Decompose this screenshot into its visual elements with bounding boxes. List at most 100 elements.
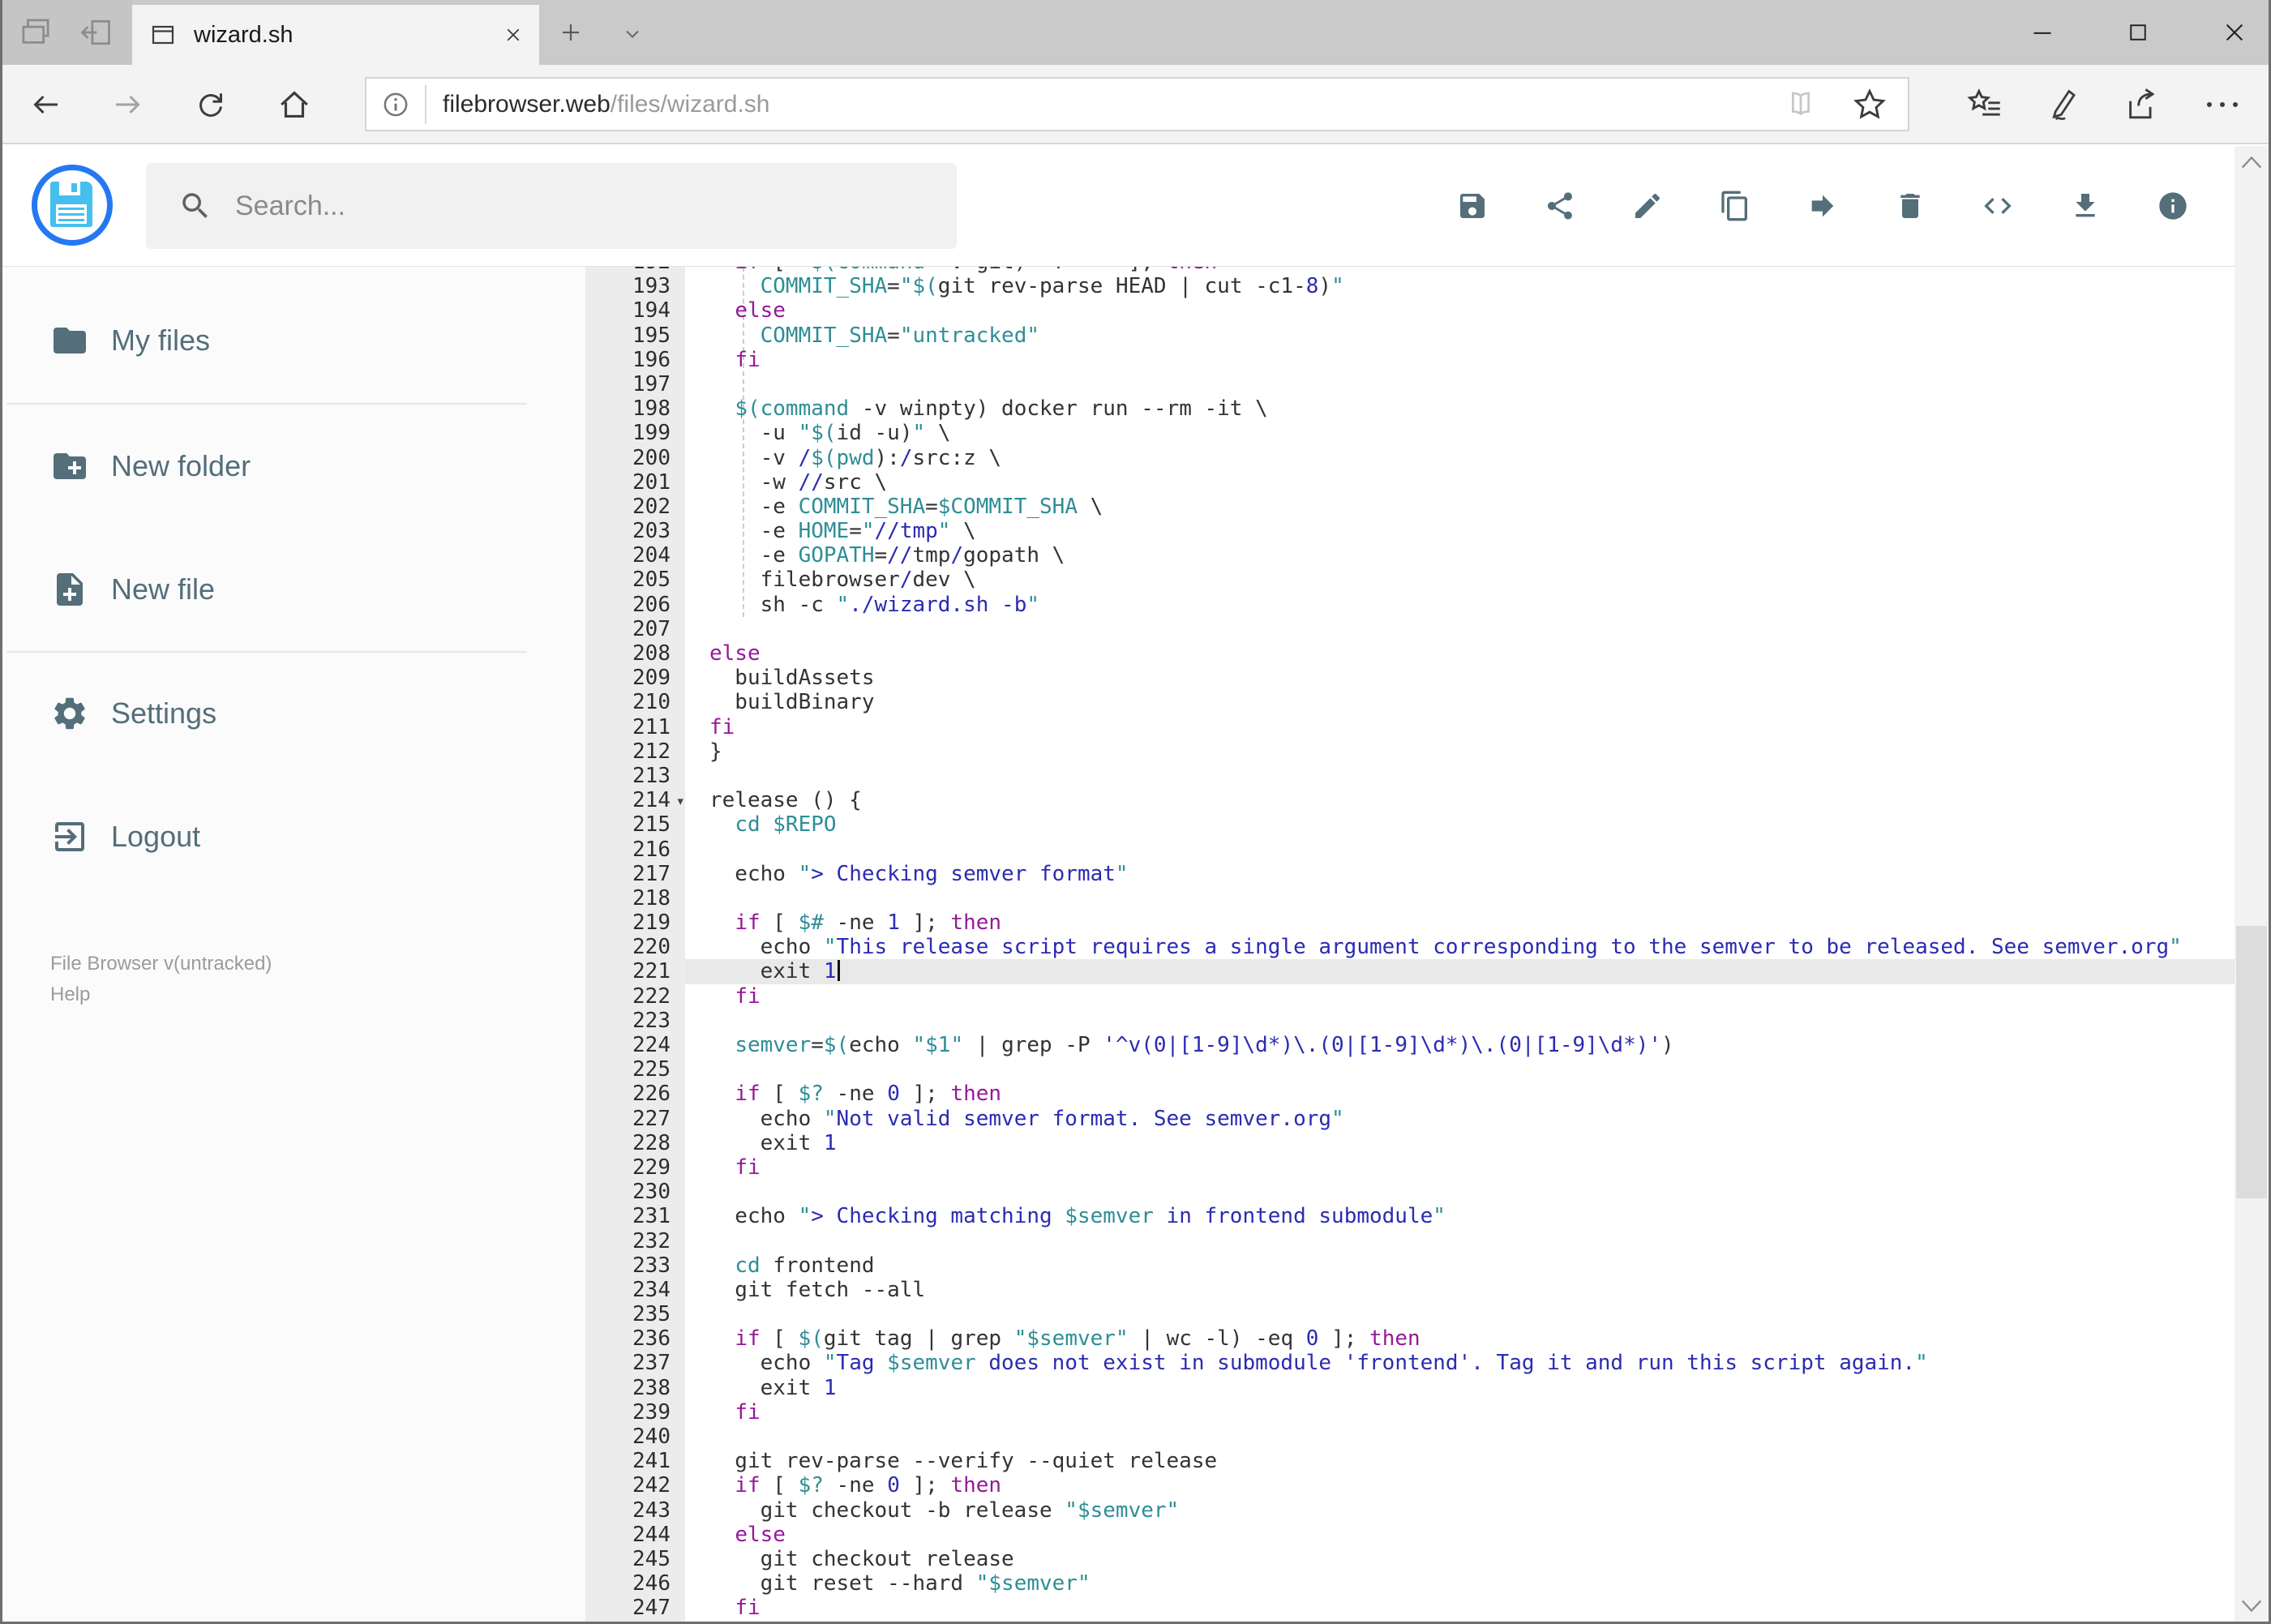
code-line[interactable]: 234 git fetch --all: [585, 1278, 2235, 1302]
help-link[interactable]: Help: [50, 983, 90, 1006]
code-line[interactable]: 240: [585, 1425, 2235, 1449]
code-line[interactable]: 202 -e COMMIT_SHA=$COMMIT_SHA \: [585, 495, 2235, 519]
search-input[interactable]: [234, 189, 957, 223]
code-line[interactable]: 242 if [ $? -ne 0 ]; then: [585, 1473, 2235, 1498]
new-tab-icon[interactable]: [558, 19, 584, 45]
code-editor[interactable]: 192 if [ "$(command -v git)" != "" ]; th…: [585, 267, 2235, 1624]
code-line[interactable]: 207: [585, 617, 2235, 641]
code-line[interactable]: 237 echo "Tag $semver does not exist in …: [585, 1351, 2235, 1375]
code-line[interactable]: 227 echo "Not valid semver format. See s…: [585, 1107, 2235, 1131]
set-tabs-aside-icon[interactable]: [78, 15, 114, 50]
more-options-icon[interactable]: [2203, 95, 2242, 114]
code-line[interactable]: 213: [585, 764, 2235, 788]
maximize-icon[interactable]: [2127, 21, 2149, 44]
browser-tab[interactable]: wizard.sh: [132, 5, 539, 65]
annotate-pen-icon[interactable]: [2046, 87, 2081, 122]
home-icon[interactable]: [277, 88, 311, 122]
sidebar-item-new-file[interactable]: New file: [0, 570, 585, 609]
code-line[interactable]: 224 semver=$(echo "$1" | grep -P '^v(0|[…: [585, 1033, 2235, 1057]
sidebar-item-logout[interactable]: Logout: [0, 817, 585, 856]
code-line[interactable]: 217 echo "> Checking semver format": [585, 862, 2235, 886]
code-line[interactable]: 205 filebrowser/dev \: [585, 568, 2235, 592]
code-line[interactable]: 212}: [585, 739, 2235, 764]
site-info-icon[interactable]: [379, 88, 412, 121]
download-button[interactable]: [2069, 190, 2102, 222]
back-icon[interactable]: [29, 88, 62, 121]
code-line[interactable]: 215 cd $REPO: [585, 812, 2235, 837]
move-button[interactable]: [1806, 190, 1839, 222]
info-button[interactable]: [2157, 190, 2189, 222]
code-line[interactable]: 233 cd frontend: [585, 1253, 2235, 1278]
code-line[interactable]: 216: [585, 838, 2235, 862]
code-line[interactable]: 244 else: [585, 1523, 2235, 1547]
fold-marker-icon[interactable]: ▾: [676, 789, 685, 813]
code-line[interactable]: 209 buildAssets: [585, 666, 2235, 690]
scroll-up-icon[interactable]: [2239, 154, 2264, 170]
code-line[interactable]: 236 if [ $(git tag | grep "$semver" | wc…: [585, 1326, 2235, 1351]
close-tab-icon[interactable]: [503, 25, 523, 45]
code-line[interactable]: 204 -e GOPATH=//tmp/gopath \: [585, 543, 2235, 568]
code-line[interactable]: 193 COMMIT_SHA="$(git rev-parse HEAD | c…: [585, 274, 2235, 298]
code-line[interactable]: 196 fi: [585, 348, 2235, 372]
code-line[interactable]: 231 echo "> Checking matching $semver in…: [585, 1204, 2235, 1228]
code-line[interactable]: 230: [585, 1180, 2235, 1204]
url-bar[interactable]: filebrowser.web/files/wizard.sh: [365, 77, 1909, 131]
code-line[interactable]: 198 $(command -v winpty) docker run --rm…: [585, 396, 2235, 421]
minimize-icon[interactable]: [2031, 21, 2054, 44]
forward-icon[interactable]: [112, 88, 144, 121]
tabs-dropdown-icon[interactable]: [621, 23, 644, 45]
code-line[interactable]: 235: [585, 1302, 2235, 1326]
code-line[interactable]: 229 fi: [585, 1155, 2235, 1180]
code-line[interactable]: 246 git reset --hard "$semver": [585, 1571, 2235, 1596]
search-box[interactable]: [146, 163, 957, 249]
reading-view-icon[interactable]: [1783, 87, 1819, 122]
code-line[interactable]: 219 if [ $# -ne 1 ]; then: [585, 911, 2235, 935]
code-line[interactable]: 199 -u "$(id -u)" \: [585, 421, 2235, 445]
scroll-down-icon[interactable]: [2239, 1598, 2264, 1614]
code-line[interactable]: 241 git rev-parse --verify --quiet relea…: [585, 1449, 2235, 1473]
code-line[interactable]: 200 -v /$(pwd):/src:z \: [585, 446, 2235, 470]
code-line[interactable]: 218: [585, 886, 2235, 911]
code-line[interactable]: 210 buildBinary: [585, 690, 2235, 714]
code-line[interactable]: 221 exit 1: [585, 959, 2235, 984]
scrollbar-thumb[interactable]: [2236, 926, 2267, 1198]
code-line[interactable]: 243 git checkout -b release "$semver": [585, 1498, 2235, 1523]
sidebar-item-settings[interactable]: Settings: [0, 694, 585, 733]
code-line[interactable]: 238 exit 1: [585, 1376, 2235, 1400]
share-icon[interactable]: [2123, 86, 2161, 123]
code-line[interactable]: 208 else: [585, 641, 2235, 666]
code-line[interactable]: 206 sh -c "./wizard.sh -b": [585, 593, 2235, 617]
copy-button[interactable]: [1719, 190, 1751, 222]
share-file-button[interactable]: [1544, 190, 1576, 222]
code-line[interactable]: 201 -w //src \: [585, 470, 2235, 495]
code-line[interactable]: 194 else: [585, 298, 2235, 323]
code-line[interactable]: 228 exit 1: [585, 1131, 2235, 1155]
sidebar-item-new-folder[interactable]: New folder: [0, 447, 585, 486]
code-line[interactable]: 225: [585, 1057, 2235, 1082]
code-line[interactable]: 195 COMMIT_SHA="untracked": [585, 324, 2235, 348]
code-line[interactable]: 192 if [ "$(command -v git)" != "" ]; th…: [585, 267, 2235, 274]
tab-preview-icon[interactable]: [18, 15, 54, 50]
page-scrollbar[interactable]: [2235, 146, 2269, 1624]
sidebar-item-my-files[interactable]: My files: [0, 321, 585, 360]
code-line[interactable]: 232: [585, 1229, 2235, 1253]
code-line[interactable]: 239 fi: [585, 1400, 2235, 1425]
code-line[interactable]: 247 fi: [585, 1596, 2235, 1620]
save-button[interactable]: [1456, 190, 1489, 222]
favorite-star-icon[interactable]: [1851, 86, 1888, 123]
code-line[interactable]: 203 -e HOME="//tmp" \: [585, 519, 2235, 543]
code-line[interactable]: 245 git checkout release: [585, 1547, 2235, 1571]
code-line[interactable]: 220 echo "This release script requires a…: [585, 935, 2235, 959]
filebrowser-logo-icon[interactable]: [32, 165, 113, 246]
delete-button[interactable]: [1894, 190, 1926, 222]
code-line[interactable]: 223: [585, 1009, 2235, 1033]
code-line[interactable]: 197: [585, 372, 2235, 396]
edit-button[interactable]: [1631, 190, 1664, 222]
code-line[interactable]: 211 fi: [585, 715, 2235, 739]
code-line[interactable]: 222 fi: [585, 984, 2235, 1009]
code-line[interactable]: 226 if [ $? -ne 0 ]; then: [585, 1082, 2235, 1106]
code-view-button[interactable]: [1982, 190, 2014, 222]
code-line[interactable]: 214 ▾ release () {: [585, 788, 2235, 812]
hub-icon[interactable]: [1966, 86, 2003, 123]
close-window-icon[interactable]: [2222, 20, 2247, 45]
